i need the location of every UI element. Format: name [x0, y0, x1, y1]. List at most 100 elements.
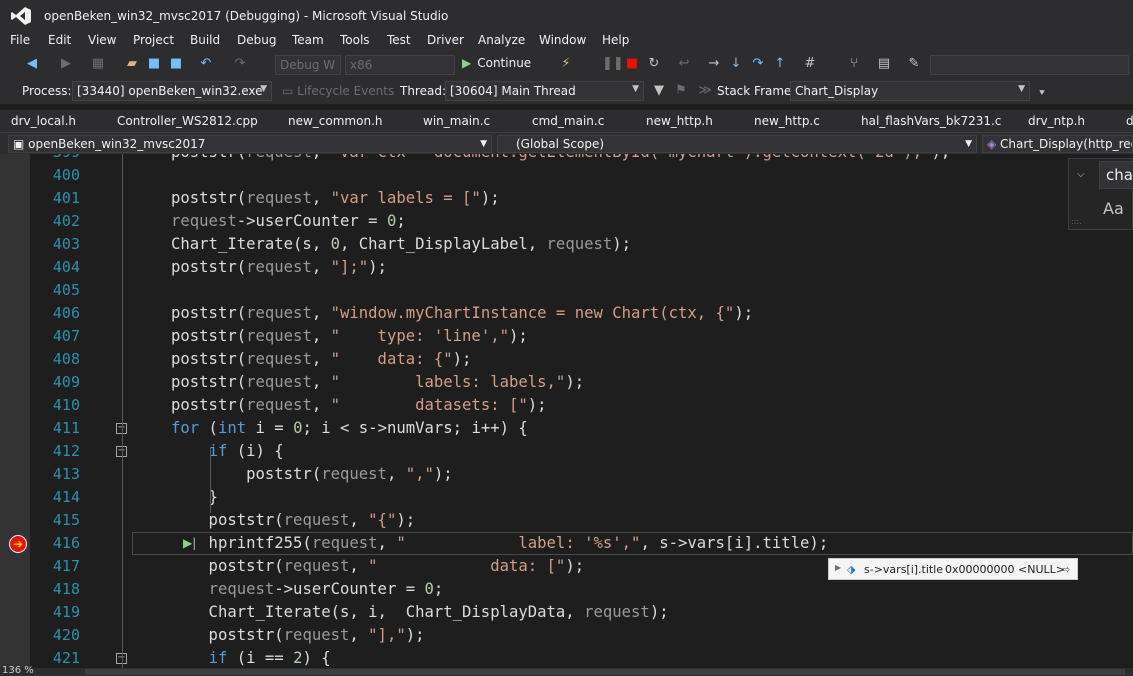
find-input[interactable]: cha	[1099, 161, 1133, 189]
save-all-icon[interactable]: ■	[168, 56, 184, 72]
menu-build[interactable]: Build	[190, 33, 220, 47]
process-combo[interactable]: [33440] openBeken_win32.exe ▼	[72, 81, 272, 101]
menu-tools[interactable]: Tools	[340, 33, 370, 47]
tab-drv-ntp-h[interactable]: drv_ntp.h	[1028, 114, 1085, 128]
menu-debug[interactable]: Debug	[237, 33, 276, 47]
visual-studio-logo-icon	[11, 7, 31, 25]
find-combo[interactable]	[930, 55, 1129, 75]
scope-combo[interactable]: (Global Scope) ▼	[497, 135, 977, 153]
code-line[interactable]: 419 Chart_Iterate(s, i, Chart_DisplayDat…	[0, 601, 1133, 624]
code-line[interactable]: 405	[0, 279, 1133, 302]
forward-icon[interactable]: ▶	[58, 56, 74, 72]
code-line[interactable]: 409 poststr(request, " labels: labels,");	[0, 371, 1133, 394]
undo-icon[interactable]: ↶	[198, 56, 214, 72]
flag-icon[interactable]: ⚑	[673, 83, 689, 99]
match-case-toggle[interactable]: Aa	[1103, 199, 1124, 218]
break-all-icon[interactable]: ❚❚	[602, 56, 624, 72]
code-line[interactable]: 413 poststr(request, ",");	[0, 463, 1133, 486]
code-line[interactable]: 407 poststr(request, " type: 'line',");	[0, 325, 1133, 348]
scroll-thumb[interactable]	[85, 669, 1125, 675]
zoom-level[interactable]: 136 %	[2, 665, 34, 676]
code-line[interactable]: 421− if (i == 2) {	[0, 647, 1133, 668]
breakpoint-icon[interactable]: ➔	[9, 535, 27, 553]
solution-platform-combo[interactable]: x86	[345, 55, 455, 75]
menu-test[interactable]: Test	[387, 33, 411, 47]
save-icon[interactable]: ■	[146, 56, 162, 72]
menu-file[interactable]: File	[10, 33, 30, 47]
code-text: Chart_Iterate(s, 0, Chart_DisplayLabel, …	[171, 235, 632, 253]
project-combo[interactable]: ▣ openBeken_win32_mvsc2017 ▼	[8, 135, 492, 153]
hot-reload-icon[interactable]: ⚡	[558, 56, 574, 72]
indent-guide	[210, 447, 211, 513]
new-project-icon[interactable]: ▦	[90, 56, 106, 72]
tab-controller-ws2812-cpp[interactable]: Controller_WS2812.cpp	[117, 114, 258, 128]
menu-window[interactable]: Window	[539, 33, 586, 47]
chevron-down-icon[interactable]: ⌵	[1077, 169, 1085, 180]
bookmarks-icon[interactable]: ▤	[876, 56, 892, 72]
menu-edit[interactable]: Edit	[48, 33, 71, 47]
next-statement-icon[interactable]: →	[706, 56, 722, 72]
menu-analyze[interactable]: Analyze	[478, 33, 525, 47]
chevron-down-icon: ▼	[965, 139, 972, 149]
open-folder-icon[interactable]: ▰	[124, 56, 140, 72]
document-tab-well: drv_local.h Controller_WS2812.cpp new_co…	[0, 110, 1133, 132]
code-editor[interactable]: 399 poststr(request, "var ctx = document.…	[0, 154, 1133, 668]
tab-new-common-h[interactable]: new_common.h	[288, 114, 383, 128]
tab-cmd-main-c[interactable]: cmd_main.c	[532, 114, 604, 128]
stop-debugging-icon[interactable]: ■	[624, 56, 640, 72]
code-line[interactable]: 401 poststr(request, "var labels = [");	[0, 187, 1133, 210]
tab-new-http-c[interactable]: new_http.c	[754, 114, 820, 128]
code-line[interactable]: 402 request->userCounter = 0;	[0, 210, 1133, 233]
toggle-flag-icon[interactable]: ≫	[697, 83, 713, 99]
expand-arrow-icon[interactable]: ▶	[835, 563, 841, 572]
diagnostic-tools-icon[interactable]: ⑂	[846, 56, 862, 72]
tab-drv-local-h[interactable]: drv_local.h	[11, 114, 76, 128]
code-line[interactable]: 415 poststr(request, "{");	[0, 509, 1133, 532]
pin-icon[interactable]: ⇨	[1061, 563, 1070, 576]
menu-project[interactable]: Project	[133, 33, 174, 47]
code-line[interactable]: 411−for (int i = 0; i < s->numVars; i++)…	[0, 417, 1133, 440]
restart-icon[interactable]: ↻	[646, 56, 662, 72]
back-icon[interactable]: ◀	[24, 56, 40, 72]
step-out-icon[interactable]: ↑	[772, 56, 788, 72]
tab-overflow[interactable]: d	[1126, 114, 1133, 128]
horizontal-scrollbar[interactable]: 136 %	[0, 665, 1133, 676]
line-number: 409	[52, 373, 80, 391]
code-line[interactable]: 410 poststr(request, " datasets: [");	[0, 394, 1133, 417]
code-line[interactable]: 414 }	[0, 486, 1133, 509]
thread-combo[interactable]: [30604] Main Thread ▼	[445, 81, 644, 101]
redo-icon[interactable]: ↷	[232, 56, 248, 72]
solution-config-combo[interactable]: Debug W	[275, 55, 341, 75]
resize-grip-icon[interactable]: :::.	[1071, 217, 1082, 226]
filter-icon[interactable]: ▼	[651, 83, 667, 99]
debug-datatip[interactable]: ▶ ⬗ s->vars[i].title 0x00000000 <NULL> ⇨	[828, 558, 1078, 580]
tab-win-main-c[interactable]: win_main.c	[423, 114, 490, 128]
step-over-icon[interactable]: ↷	[750, 56, 766, 72]
stack-frame-combo[interactable]: Chart_Display ▼	[790, 81, 1030, 101]
menu-team[interactable]: Team	[292, 33, 324, 47]
code-line[interactable]: 400	[0, 164, 1133, 187]
pencil-icon[interactable]: ✎	[906, 56, 922, 72]
step-into-icon[interactable]: ↓	[728, 56, 744, 72]
code-line[interactable]: 399 poststr(request, "var ctx = document.…	[0, 154, 1133, 164]
member-combo[interactable]: ◈ Chart_Display(http_reque	[982, 135, 1133, 153]
menu-help[interactable]: Help	[602, 33, 629, 47]
lifecycle-events-button[interactable]: ▭ Lifecycle Events	[282, 84, 394, 98]
menu-driver[interactable]: Driver	[427, 33, 464, 47]
hex-display-icon[interactable]: #	[802, 56, 818, 72]
code-text: poststr(request, "window.myChartInstance…	[171, 304, 754, 322]
code-line[interactable]: 420 poststr(request, "],");	[0, 624, 1133, 647]
code-line[interactable]: 408 poststr(request, " data: {");	[0, 348, 1133, 371]
toolbar-overflow-icon[interactable]: ⯆	[1034, 86, 1050, 102]
continue-button[interactable]: ▶ Continue	[462, 56, 531, 74]
code-line[interactable]: 404 poststr(request, "];");	[0, 256, 1133, 279]
menu-view[interactable]: View	[88, 33, 116, 47]
tab-hal-flashvars-bk7231-c[interactable]: hal_flashVars_bk7231.c	[861, 114, 1001, 128]
show-next-statement-icon[interactable]: ↩	[676, 56, 692, 72]
code-line[interactable]: 412− if (i) {	[0, 440, 1133, 463]
tab-new-http-h[interactable]: new_http.h	[646, 114, 713, 128]
code-line[interactable]: 403 Chart_Iterate(s, 0, Chart_DisplayLabe…	[0, 233, 1133, 256]
code-line[interactable]: ➔ ▶| 416 hprintf255(request, " label: '%s'…	[0, 532, 1133, 555]
code-line[interactable]: 418 request->userCounter = 0;	[0, 578, 1133, 601]
code-line[interactable]: 406 poststr(request, "window.myChartInsta…	[0, 302, 1133, 325]
